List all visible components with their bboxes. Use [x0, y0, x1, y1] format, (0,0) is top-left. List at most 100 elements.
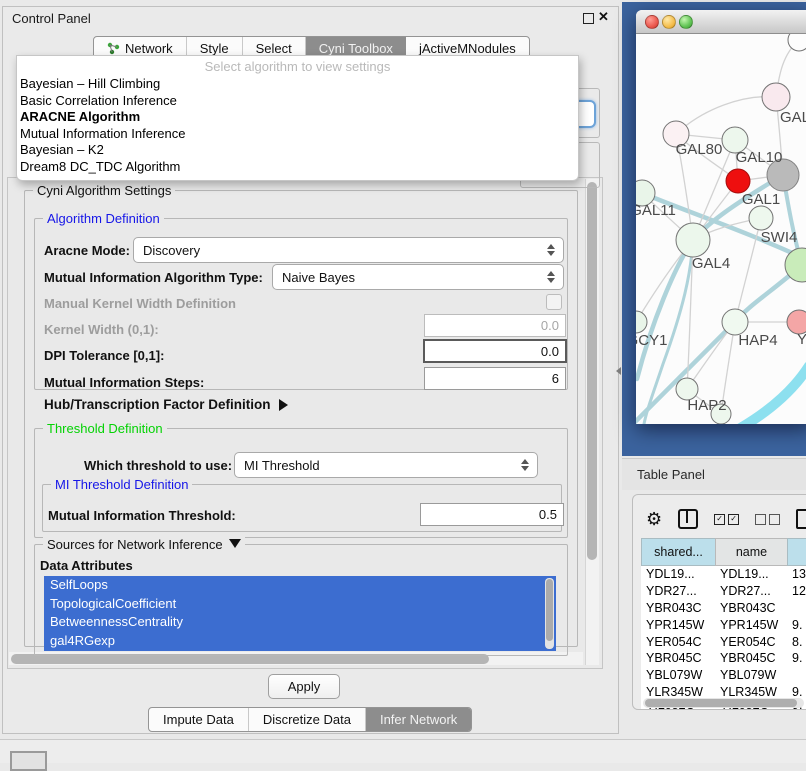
network-icon [107, 42, 120, 55]
kernel-width-field[interactable]: 0.0 [424, 314, 566, 337]
dpi-tolerance-label: DPI Tolerance [0,1]: [44, 348, 164, 363]
node-label: GAL4 [692, 255, 730, 272]
tab-label: Network [125, 41, 173, 56]
kernel-width-label: Kernel Width (0,1): [44, 322, 159, 337]
table-cell[interactable]: YBR045C [715, 650, 787, 667]
file-icon[interactable] [796, 509, 806, 529]
node-swi4[interactable] [749, 206, 773, 230]
float-window-icon[interactable] [583, 13, 594, 24]
zoom-traffic-icon[interactable] [679, 15, 693, 29]
close-traffic-icon[interactable] [645, 15, 659, 29]
minimize-traffic-icon[interactable] [662, 15, 676, 29]
aracne-mode-select[interactable]: Discovery [133, 237, 564, 263]
node-gcy1[interactable] [636, 311, 647, 333]
table-cell[interactable]: 9. [787, 650, 806, 667]
column-header-shared-name[interactable]: shared... [641, 538, 715, 566]
node-label: HAP2 [687, 397, 726, 414]
deselect-all-icon[interactable] [755, 514, 780, 525]
table-cell[interactable]: YER054C [715, 633, 787, 650]
table-cell[interactable]: YDR27... [641, 583, 715, 600]
sources-title: Sources for Network Inference [47, 537, 223, 552]
algorithm-option-selected[interactable]: ARACNE Algorithm [17, 109, 578, 126]
algorithm-option[interactable]: Dream8 DC_TDC Algorithm [17, 159, 578, 176]
table-cell[interactable]: YBR043C [641, 600, 715, 617]
list-scrollbar-thumb[interactable] [546, 579, 553, 641]
chevron-updown-icon [547, 244, 555, 256]
mi-threshold-field[interactable]: 0.5 [420, 503, 564, 526]
table-panel-title: Table Panel [637, 467, 705, 482]
table-cell[interactable]: YER054C [641, 633, 715, 650]
column-header-partial[interactable]: A [787, 538, 806, 566]
apply-button[interactable]: Apply [268, 674, 340, 699]
group-title: Cyni Algorithm Settings [33, 183, 175, 198]
bottom-tabbar: Impute Data Discretize Data Infer Networ… [148, 707, 472, 732]
select-all-icon[interactable]: ✓✓ [714, 514, 739, 525]
table-cell[interactable]: YPR145W [641, 616, 715, 633]
gear-icon[interactable]: ⚙ [646, 510, 662, 528]
hub-definition-label: Hub/Transcription Factor Definition [44, 397, 271, 412]
node-label: GAL10 [736, 149, 783, 166]
node-label: Y [797, 331, 806, 348]
algorithm-option[interactable]: Basic Correlation Inference [17, 93, 578, 110]
close-icon[interactable]: ✕ [598, 9, 609, 25]
node-label: GCY1 [636, 332, 667, 349]
mi-steps-label: Mutual Information Steps: [44, 375, 204, 390]
chevron-updown-icon [521, 459, 529, 471]
split-pane-collapse-icon[interactable] [616, 367, 621, 375]
network-canvas[interactable]: GAL GAL80 GAL10 GAL1 GAL11 SWI4 GAL4 GCY… [636, 34, 806, 424]
node-label: GAL1 [742, 191, 780, 208]
tab-discretize-data[interactable]: Discretize Data [249, 708, 366, 731]
minimized-panel-icon[interactable] [10, 751, 47, 771]
attribute-item[interactable]: SelfLoops [44, 576, 556, 595]
network-window-titlebar[interactable] [636, 10, 806, 34]
node-label: SWI4 [761, 229, 798, 246]
column-header-name[interactable]: name [715, 538, 787, 566]
data-attributes-list: SelfLoops TopologicalCoefficient Between… [44, 576, 556, 651]
control-panel-title: Control Panel [12, 11, 91, 26]
dropdown-placeholder: Select algorithm to view settings [17, 56, 578, 76]
table-cell[interactable]: 9. [787, 616, 806, 633]
columns-icon[interactable] [678, 509, 698, 529]
table-cell[interactable] [787, 600, 806, 617]
table-cell[interactable]: 8. [787, 633, 806, 650]
table-horizontal-scrollbar-thumb[interactable] [645, 699, 797, 707]
node-gal4[interactable] [676, 223, 710, 257]
manual-kernel-checkbox[interactable] [546, 294, 562, 310]
collapse-down-icon[interactable] [229, 539, 241, 554]
table-cell[interactable] [787, 667, 806, 684]
which-threshold-select[interactable]: MI Threshold [234, 452, 538, 478]
table-cell[interactable]: YDR27... [715, 583, 787, 600]
table-cell[interactable]: 12 [787, 583, 806, 600]
attribute-item[interactable]: BetweennessCentrality [44, 613, 556, 632]
which-threshold-label: Which threshold to use: [84, 458, 232, 473]
node-gal1[interactable] [726, 169, 750, 193]
attribute-item[interactable]: gal4RGexp [44, 632, 556, 651]
node-gal-partial[interactable] [762, 83, 790, 111]
table-cell[interactable]: YBL079W [715, 667, 787, 684]
aracne-mode-value: Discovery [143, 243, 200, 258]
mi-type-select[interactable]: Naive Bayes [272, 264, 564, 290]
vertical-scrollbar-thumb[interactable] [587, 182, 597, 560]
algorithm-option[interactable]: Bayesian – Hill Climbing [17, 76, 578, 93]
mi-steps-field[interactable]: 6 [424, 367, 566, 390]
data-attributes-label: Data Attributes [40, 558, 133, 573]
attribute-item[interactable]: TopologicalCoefficient [44, 595, 556, 614]
tab-impute-data[interactable]: Impute Data [149, 708, 249, 731]
hub-definition-toggle[interactable]: Hub/Transcription Factor Definition [44, 397, 294, 412]
table-cell[interactable]: YBL079W [641, 667, 715, 684]
table-cell[interactable]: YPR145W [715, 616, 787, 633]
table-cell[interactable]: 13 [787, 566, 806, 583]
table-cell[interactable]: YDL19... [715, 566, 787, 583]
node-label: HAP4 [738, 332, 777, 349]
network-graph[interactable]: GAL GAL80 GAL10 GAL1 GAL11 SWI4 GAL4 GCY… [636, 34, 806, 424]
table-cell[interactable]: YBR045C [641, 650, 715, 667]
algorithm-option[interactable]: Bayesian – K2 [17, 142, 578, 159]
table-cell[interactable]: YBR043C [715, 600, 787, 617]
table-toolbar: ⚙ ✓✓ [646, 508, 806, 530]
algorithm-option[interactable]: Mutual Information Inference [17, 126, 578, 143]
group-title: MI Threshold Definition [51, 477, 192, 492]
table-cell[interactable]: YDL19... [641, 566, 715, 583]
dpi-tolerance-field[interactable]: 0.0 [423, 339, 567, 363]
network-view-window[interactable]: GAL GAL80 GAL10 GAL1 GAL11 SWI4 GAL4 GCY… [636, 10, 806, 424]
tab-infer-network[interactable]: Infer Network [366, 708, 471, 731]
